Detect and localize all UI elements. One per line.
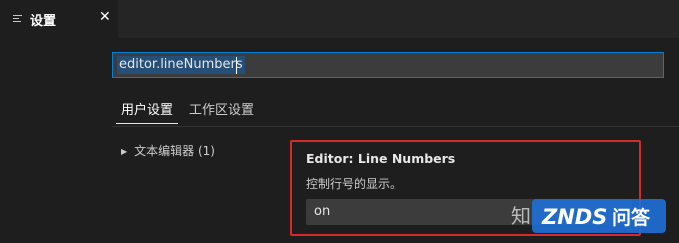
active-tab-indicator [116,123,178,124]
tab-bar: 设置 ✕ [0,0,679,38]
settings-window: 设置 ✕ editor.lineNumbers 用户设置 工作区设置 ▶ 文本编辑… [0,0,679,243]
setting-description: 控制行号的显示。 [306,177,403,191]
toc-item-text-editor[interactable]: ▶ 文本编辑器 (1) [121,142,215,159]
divider [112,126,679,127]
settings-search-input[interactable]: editor.lineNumbers [112,52,664,78]
list-icon [13,15,22,24]
svg-text:ZNDS: ZNDS [541,205,607,229]
watermark-logo: ZNDS 问答 [532,199,666,233]
watermark-zhi: 知 [511,204,531,228]
dropdown-value: on [314,204,331,219]
tab-workspace-settings[interactable]: 工作区设置 [189,99,254,118]
toc-item-label: 文本编辑器 (1) [134,144,215,158]
tab-title: 设置 [30,14,57,29]
search-input-value: editor.lineNumbers [117,56,245,74]
chevron-right-icon: ▶ [121,147,128,156]
svg-text:问答: 问答 [612,206,651,229]
tab-user-settings[interactable]: 用户设置 [121,99,173,118]
text-caret [236,57,237,74]
setting-title: Editor: Line Numbers [306,151,456,166]
tab-settings[interactable]: 设置 ✕ [0,0,118,38]
close-icon[interactable]: ✕ [99,9,111,25]
